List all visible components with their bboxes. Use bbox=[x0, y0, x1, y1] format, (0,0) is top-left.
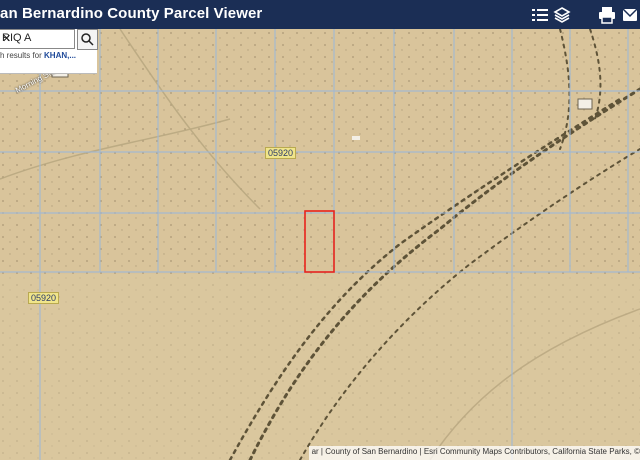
share-icon[interactable] bbox=[621, 6, 639, 24]
aerial-imagery bbox=[0, 29, 640, 460]
app-title: an Bernardino County Parcel Viewer bbox=[0, 5, 263, 22]
search-input[interactable]: RIQ A ✕ bbox=[0, 29, 75, 49]
parcel-label: 05920 bbox=[265, 147, 297, 159]
parcel-label: 05920 bbox=[28, 292, 60, 304]
map-view[interactable]: 05920 05920 Morning Star Rd bbox=[0, 29, 640, 460]
map-attribution: ar | County of San Bernardino | Esri Com… bbox=[308, 446, 640, 460]
search-button[interactable] bbox=[77, 29, 98, 50]
search-results-hint[interactable]: h results for KHAN,... bbox=[0, 51, 76, 60]
print-icon[interactable] bbox=[598, 6, 616, 24]
search-results-name: KHAN,... bbox=[44, 51, 77, 60]
search-panel: RIQ A ✕ h results for KHAN,... bbox=[0, 29, 98, 74]
basemap-stack-icon[interactable] bbox=[553, 6, 571, 24]
layers-list-icon[interactable] bbox=[531, 6, 549, 24]
app-header: an Bernardino County Parcel Viewer bbox=[0, 0, 640, 29]
search-icon bbox=[81, 33, 94, 46]
close-icon[interactable]: ✕ bbox=[2, 32, 11, 45]
